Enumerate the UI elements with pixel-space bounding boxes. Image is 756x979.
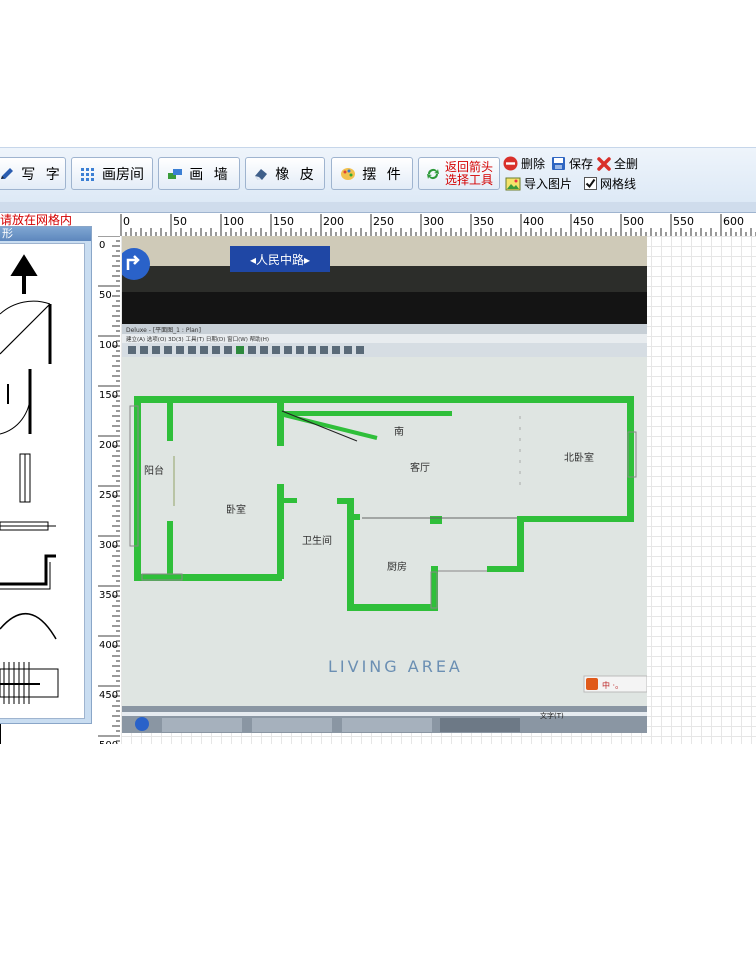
ruler-x-label: 500 <box>623 215 644 228</box>
ruler-y-label: 150 <box>99 390 118 401</box>
toolbar: 写 字 画房间 画 墙 橡 皮 摆 件 返回箭头 选择工具 删除 保存 全删 导… <box>0 147 756 204</box>
ruler-y-label: 50 <box>99 290 112 301</box>
delete-label: 删除 <box>521 157 546 171</box>
stairs-shape[interactable] <box>0 662 59 704</box>
write-text-label: 写 字 <box>21 166 63 183</box>
room-label-north-bedroom: 北卧室 <box>564 451 594 464</box>
north-arrow-shape[interactable] <box>10 254 38 294</box>
arc-shape[interactable] <box>0 613 57 640</box>
back-arrow-select-button[interactable]: 返回箭头 选择工具 <box>418 157 500 190</box>
furniture-label: 摆 件 <box>362 166 404 183</box>
app-menu-text: 建立(A) 选项(O) 3D(3) 工具(T) 日期(D) 窗口(W) 帮助(H… <box>126 335 269 343</box>
grid-checkbox[interactable] <box>584 177 597 190</box>
refresh-arrows-icon <box>426 168 439 179</box>
ruler-x-label: 550 <box>673 215 694 228</box>
ruler-x-label: 400 <box>523 215 544 228</box>
save-label: 保存 <box>569 157 594 171</box>
ruler-x-label: 600 <box>723 215 744 228</box>
door-shape-1[interactable] <box>0 300 52 364</box>
wall-corner-shape[interactable] <box>0 554 56 590</box>
room-label-south: 南 <box>394 425 404 438</box>
room-label-living: 客厅 <box>410 461 430 474</box>
ruler-y-label: 350 <box>99 590 118 601</box>
ruler-x-label: 350 <box>473 215 494 228</box>
delete-all-label: 全删 <box>614 157 639 171</box>
room-grid-icon <box>81 167 94 181</box>
ruler-y-label: 300 <box>99 540 118 551</box>
ruler-x-label: 300 <box>423 215 444 228</box>
door-shape-2[interactable] <box>0 369 32 435</box>
wall-icon <box>168 168 183 179</box>
save-icon <box>552 157 565 170</box>
pencil-icon <box>1 167 14 179</box>
back-arrow-line2: 选择工具 <box>444 172 493 187</box>
eraser-label: 橡 皮 <box>275 166 317 183</box>
room-label-bedroom: 卧室 <box>226 503 246 516</box>
draw-room-label: 画房间 <box>102 166 144 183</box>
shape-panel-body <box>0 243 85 719</box>
delete-icon <box>503 156 518 171</box>
draw-wall-button[interactable]: 画 墙 <box>158 157 240 190</box>
draw-room-button[interactable]: 画房间 <box>71 157 153 190</box>
ruler-x-label: 100 <box>223 215 244 228</box>
imported-photo[interactable]: ◂人民中路▸ Deluxe - [平面图_1 : Plan] 建立(A) 选项(… <box>122 236 647 733</box>
ruler-y-label: 450 <box>99 690 118 701</box>
import-image-button[interactable]: 导入图片 <box>505 175 572 192</box>
room-label-kitchen: 厨房 <box>387 560 407 573</box>
street-sign-text: ◂人民中路▸ <box>250 252 310 267</box>
ime-logo-icon <box>586 678 598 690</box>
ruler-y-label: 100 <box>99 340 118 351</box>
red-x-icon <box>597 156 611 171</box>
delete-all-button[interactable]: 全删 <box>597 155 638 172</box>
shape-library <box>0 254 59 704</box>
taskbar-text: 文字(T) <box>540 711 564 720</box>
furniture-button[interactable]: 摆 件 <box>331 157 413 190</box>
start-orb-icon <box>135 717 149 731</box>
toolbar-bottom-strip <box>0 202 756 213</box>
window-shape-vertical[interactable] <box>19 453 31 503</box>
app-title-text: Deluxe - [平面图_1 : Plan] <box>126 327 201 334</box>
shape-panel-title: 形 <box>0 227 91 241</box>
delete-button[interactable]: 删除 <box>503 155 545 172</box>
living-area-caption: LIVING AREA <box>328 657 463 676</box>
grid-lines-label: 网格线 <box>600 177 637 191</box>
palette-icon <box>341 167 356 180</box>
room-label-balcony: 阳台 <box>144 464 164 477</box>
save-button[interactable]: 保存 <box>551 155 593 172</box>
write-text-button[interactable]: 写 字 <box>0 157 66 190</box>
shape-panel: 形 <box>0 226 92 724</box>
floor-plan-photo: ◂人民中路▸ Deluxe - [平面图_1 : Plan] 建立(A) 选项(… <box>122 236 647 733</box>
ruler-x-label: 200 <box>323 215 344 228</box>
ruler-y-label: 250 <box>99 490 118 501</box>
horizontal-ruler: 0 50 100 150 200 250 300 350 400 450 500 550 600 <box>120 214 756 236</box>
window-shape-horizontal[interactable] <box>0 521 56 531</box>
ruler-x-label: 50 <box>173 215 187 228</box>
ruler-x-label: 450 <box>573 215 594 228</box>
import-image-label: 导入图片 <box>524 177 573 191</box>
back-arrow-line1: 返回箭头 <box>444 159 493 174</box>
ruler-x-label: 150 <box>273 215 294 228</box>
ruler-y-label: 500 <box>99 740 118 744</box>
room-label-bathroom: 卫生间 <box>302 534 332 547</box>
draw-wall-label: 画 墙 <box>189 166 231 183</box>
eraser-button[interactable]: 橡 皮 <box>245 157 325 190</box>
grid-lines-toggle[interactable]: 网格线 <box>584 175 636 192</box>
back-arrow-text: 返回箭头 选择工具 <box>444 159 493 187</box>
ime-status-text: 中 ·。 <box>602 680 623 690</box>
ruler-y-label: 0 <box>99 240 105 251</box>
ruler-y-label: 400 <box>99 640 118 651</box>
image-icon <box>505 177 521 190</box>
eraser-icon <box>255 168 268 180</box>
ruler-y-label: 200 <box>99 440 118 451</box>
vertical-ruler: 0 50 100 150 200 250 300 350 400 450 500 <box>98 236 120 744</box>
ruler-x-label: 0 <box>123 215 130 228</box>
ruler-x-label: 250 <box>373 215 394 228</box>
